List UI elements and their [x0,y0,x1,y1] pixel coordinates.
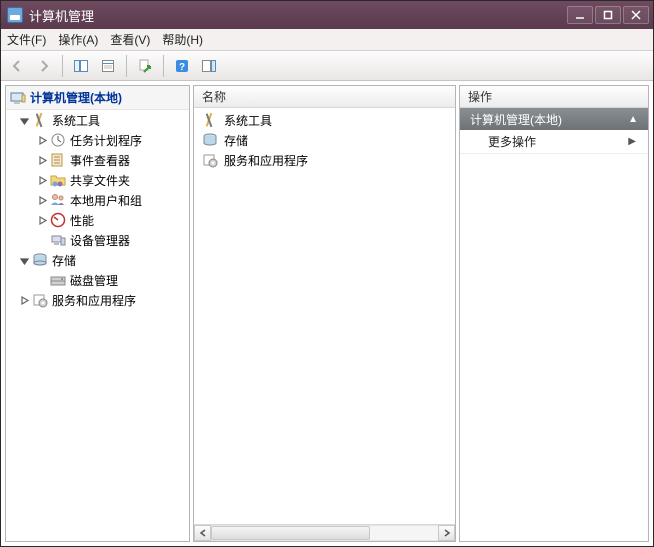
app-icon [7,7,23,23]
users-groups-icon [50,192,66,208]
tree-label: 系统工具 [52,112,100,129]
properties-button[interactable] [96,54,120,78]
services-apps-icon [202,152,218,168]
show-hide-action-pane-button[interactable] [197,54,221,78]
computer-management-window: 计算机管理 文件(F) 操作(A) 查看(V) 帮助(H) ? 计算机管理(本地 [0,0,654,547]
scroll-track[interactable] [211,525,438,541]
clock-icon [50,132,66,148]
tree-label: 性能 [70,212,94,229]
tree-device-manager[interactable]: 设备管理器 [6,230,189,250]
twisty-closed-icon[interactable] [36,174,48,186]
tree-body: 计算机管理(本地) 系统工具 任务计划程序 事件查看器 [6,86,189,541]
chevron-right-icon: ▶ [628,136,636,147]
tree-label: 本地用户和组 [70,192,142,209]
shared-folder-icon [50,172,66,188]
tree-panel: 计算机管理(本地) 系统工具 任务计划程序 事件查看器 [5,85,190,542]
tree-label: 设备管理器 [70,232,130,249]
list-item[interactable]: 系统工具 [196,110,453,130]
list-item-label: 存储 [224,132,248,149]
disk-management-icon [50,272,66,288]
twisty-closed-icon[interactable] [36,134,48,146]
actions-panel-title: 操作 [460,86,648,108]
twisty-closed-icon[interactable] [36,154,48,166]
menu-action[interactable]: 操作(A) [58,31,98,48]
column-name-label: 名称 [202,88,226,105]
twisty-open-icon[interactable] [18,254,30,266]
actions-section-header[interactable]: 计算机管理(本地) ▲ [460,108,648,130]
forward-button[interactable] [32,54,56,78]
event-log-icon [50,152,66,168]
tree-performance[interactable]: 性能 [6,210,189,230]
close-button[interactable] [623,6,649,24]
actions-header-label: 计算机管理(本地) [470,111,562,128]
tree-label: 共享文件夹 [70,172,130,189]
menubar: 文件(F) 操作(A) 查看(V) 帮助(H) [1,29,653,51]
show-hide-tree-button[interactable] [69,54,93,78]
toolbar: ? [1,51,653,81]
tree-services-apps[interactable]: 服务和应用程序 [6,290,189,310]
minimize-button[interactable] [567,6,593,24]
scroll-left-button[interactable] [194,525,211,541]
menu-view[interactable]: 查看(V) [110,31,150,48]
menu-file[interactable]: 文件(F) [7,31,46,48]
tree-label: 磁盘管理 [70,272,118,289]
scroll-thumb[interactable] [211,526,370,540]
tree-system-tools[interactable]: 系统工具 [6,110,189,130]
list-column-header[interactable]: 名称 [194,86,455,108]
actions-title-label: 操作 [468,88,492,105]
list-body[interactable]: 系统工具 存储 服务和应用程序 [194,108,455,524]
tree-root[interactable]: 计算机管理(本地) [6,86,189,110]
help-button[interactable]: ? [170,54,194,78]
tree-label: 存储 [52,252,76,269]
window-title: 计算机管理 [29,6,567,25]
computer-icon [10,90,26,106]
actions-panel: 操作 计算机管理(本地) ▲ 更多操作 ▶ [459,85,649,542]
collapse-caret-icon[interactable]: ▲ [628,114,638,125]
maximize-button[interactable] [595,6,621,24]
actions-more-item[interactable]: 更多操作 ▶ [460,130,648,154]
tree-label: 事件查看器 [70,152,130,169]
tools-icon [202,112,218,128]
tree-local-users-groups[interactable]: 本地用户和组 [6,190,189,210]
content-area: 计算机管理(本地) 系统工具 任务计划程序 事件查看器 [1,81,653,546]
tools-icon [32,112,48,128]
menu-help[interactable]: 帮助(H) [162,31,203,48]
tree-task-scheduler[interactable]: 任务计划程序 [6,130,189,150]
scroll-right-button[interactable] [438,525,455,541]
device-manager-icon [50,232,66,248]
tree-label: 任务计划程序 [70,132,142,149]
twisty-closed-icon[interactable] [36,194,48,206]
tree-root-label: 计算机管理(本地) [30,89,122,106]
twisty-closed-icon[interactable] [18,294,30,306]
list-panel: 名称 系统工具 存储 服务和应用程序 [193,85,456,542]
tree-disk-management[interactable]: 磁盘管理 [6,270,189,290]
twisty-closed-icon[interactable] [36,214,48,226]
tree-event-viewer[interactable]: 事件查看器 [6,150,189,170]
storage-icon [32,252,48,268]
tree-label: 服务和应用程序 [52,292,136,309]
list-item-label: 系统工具 [224,112,272,129]
performance-icon [50,212,66,228]
tree-shared-folders[interactable]: 共享文件夹 [6,170,189,190]
twisty-open-icon[interactable] [18,114,30,126]
horizontal-scrollbar[interactable] [194,524,455,541]
back-button[interactable] [5,54,29,78]
titlebar[interactable]: 计算机管理 [1,1,653,29]
services-apps-icon [32,292,48,308]
svg-text:?: ? [179,62,185,73]
actions-more-label: 更多操作 [488,133,536,150]
list-item-label: 服务和应用程序 [224,152,308,169]
tree-storage[interactable]: 存储 [6,250,189,270]
actions-empty-area [460,154,648,541]
export-button[interactable] [133,54,157,78]
storage-icon [202,132,218,148]
list-item[interactable]: 存储 [196,130,453,150]
list-item[interactable]: 服务和应用程序 [196,150,453,170]
